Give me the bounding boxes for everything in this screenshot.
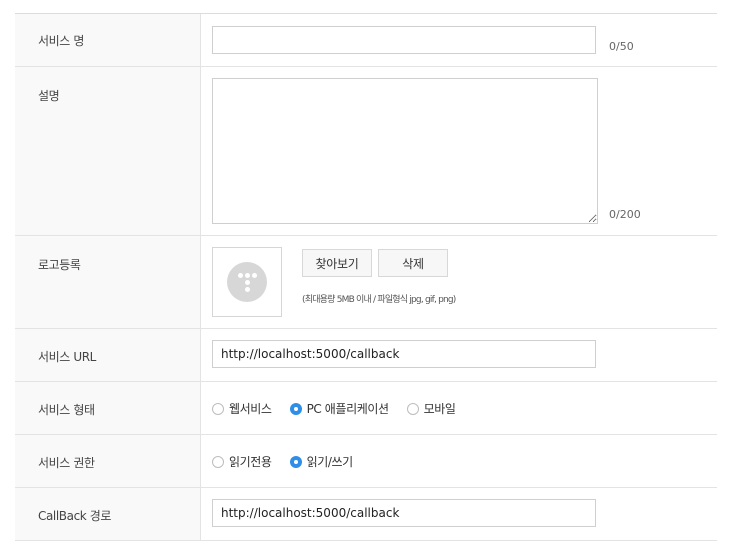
row-callback-path: CallBack 경로 xyxy=(15,488,717,541)
service-url-label: 서비스 URL xyxy=(15,329,201,381)
service-permission-radio-group: 읽기전용 읽기/쓰기 xyxy=(212,453,371,470)
service-type-radio-group: 웹서비스 PC 애플리케이션 모바일 xyxy=(212,400,474,417)
row-logo: 로고등록 찾아보기 삭제 (최대용량 5MB 이내 / 파일형식 jpg, gi… xyxy=(15,236,717,329)
description-counter: 0/200 xyxy=(609,208,641,221)
logo-preview xyxy=(212,247,282,317)
description-label: 설명 xyxy=(15,67,201,235)
logo-placeholder-icon xyxy=(227,262,267,302)
row-service-url: 서비스 URL xyxy=(15,329,717,382)
callback-path-label: CallBack 경로 xyxy=(15,488,201,540)
description-textarea[interactable] xyxy=(212,78,598,224)
radio-unchecked-icon xyxy=(406,402,419,415)
radio-web-service[interactable]: 웹서비스 xyxy=(212,400,272,417)
browse-button[interactable]: 찾아보기 xyxy=(302,249,372,277)
radio-pc-application[interactable]: PC 애플리케이션 xyxy=(289,400,389,417)
radio-read-write[interactable]: 읽기/쓰기 xyxy=(289,453,353,470)
service-type-label: 서비스 형태 xyxy=(15,382,201,434)
radio-unchecked-icon xyxy=(212,402,224,415)
service-name-label: 서비스 명 xyxy=(15,14,201,66)
radio-checked-icon xyxy=(289,455,302,468)
service-permission-label: 서비스 권한 xyxy=(15,435,201,487)
delete-button[interactable]: 삭제 xyxy=(378,249,448,277)
row-service-name: 서비스 명 0/50 xyxy=(15,14,717,67)
service-name-input[interactable] xyxy=(212,26,596,54)
row-service-type: 서비스 형태 웹서비스 PC 애플리케이션 모바일 xyxy=(15,382,717,435)
logo-upload-hint: (최대용량 5MB 이내 / 파일형식 jpg, gif, png) xyxy=(302,295,456,305)
callback-path-input[interactable] xyxy=(212,499,596,527)
radio-checked-icon xyxy=(289,402,302,415)
row-service-permission: 서비스 권한 읽기전용 읽기/쓰기 xyxy=(15,435,717,488)
service-registration-form: 서비스 명 0/50 설명 0/200 로고등록 찾아보기 삭제 (최대용량 5… xyxy=(15,13,717,541)
service-name-counter: 0/50 xyxy=(609,40,634,53)
row-description: 설명 0/200 xyxy=(15,67,717,236)
service-url-input[interactable] xyxy=(212,340,596,368)
radio-unchecked-icon xyxy=(212,455,224,468)
radio-read-only[interactable]: 읽기전용 xyxy=(212,453,272,470)
radio-mobile[interactable]: 모바일 xyxy=(406,400,456,417)
logo-label: 로고등록 xyxy=(15,236,201,328)
